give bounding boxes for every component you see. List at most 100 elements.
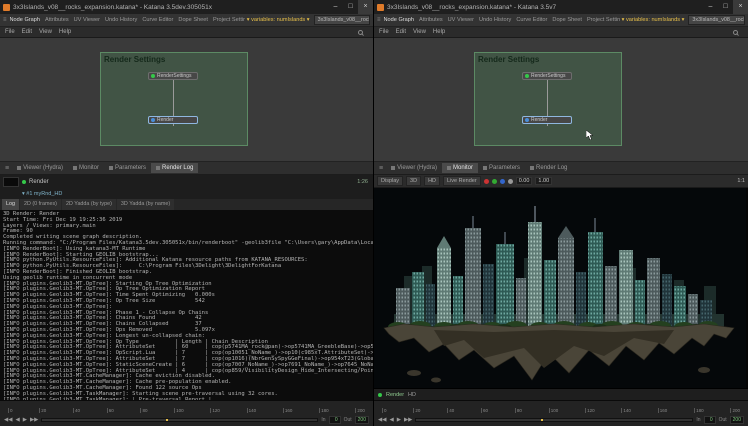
render-settings-node[interactable]: RenderSettings [522, 72, 572, 80]
tab-viewer[interactable]: Viewer (Hydra) [12, 163, 68, 173]
render-log-output[interactable]: 3D Render: RenderStart Time: Fri Dec 19 … [0, 210, 373, 400]
timeline-scrubber[interactable] [415, 418, 693, 422]
tabstrip-tab[interactable]: Node Graph [384, 17, 414, 23]
jump-start-button[interactable]: ◀◀ [378, 417, 386, 423]
menu-item[interactable]: Edit [396, 29, 406, 35]
tab-monitor[interactable]: Monitor [442, 163, 478, 173]
channel-green-icon[interactable] [492, 179, 497, 184]
tab-icon [73, 166, 77, 170]
filter-2d-yadda[interactable]: 2D Yadda (by type) [62, 199, 116, 210]
playhead[interactable] [541, 419, 543, 421]
close-button[interactable]: × [358, 0, 373, 14]
in-field[interactable]: 0 [329, 416, 341, 424]
backdrop-node[interactable]: Render Settings [474, 52, 622, 146]
menu-item[interactable]: Help [59, 29, 71, 35]
menu-item[interactable]: File [5, 29, 15, 35]
tabstrip-tab[interactable]: Curve Editor [142, 17, 173, 23]
tabstrip-tab[interactable]: Curve Editor [516, 17, 547, 23]
tabstrip-tab[interactable]: Node Graph [10, 17, 40, 23]
tab-monitor[interactable]: Monitor [68, 163, 104, 173]
live-render-button[interactable]: Live Render [443, 176, 481, 186]
step-back-button[interactable]: ◀ [389, 417, 393, 423]
monitor-viewport[interactable] [374, 188, 748, 388]
view-mode-dropdown[interactable]: 3D [406, 176, 421, 186]
document-tab[interactable]: 3x3Islands_v08__rocks_M [314, 15, 370, 25]
variables-dropdown[interactable]: ▾ variables: numIslands ▾ [620, 17, 687, 23]
catalog-subentry[interactable]: ▾ #1 myRnd_HD [0, 188, 373, 199]
tab-render-log[interactable]: Render Log [525, 163, 572, 173]
filter-2d-frames[interactable]: 2D (0 frames) [20, 199, 61, 210]
resolution-chip[interactable]: HD [424, 176, 440, 186]
exposure-field[interactable]: 0.00 [516, 177, 533, 185]
tabstrip-tab[interactable]: Dope Sheet [178, 17, 208, 23]
menu-item[interactable]: View [39, 29, 52, 35]
in-field[interactable]: 0 [704, 416, 716, 424]
tabstrip-tab[interactable]: Attributes [419, 17, 443, 23]
in-label: In [696, 417, 700, 423]
pane-menu-icon[interactable]: ≡ [5, 165, 9, 172]
search-icon[interactable] [358, 30, 363, 35]
gamma-field[interactable]: 1.00 [535, 177, 552, 185]
tab-viewer[interactable]: Viewer (Hydra) [386, 163, 442, 173]
tabstrip-tab[interactable]: Project Settings [213, 17, 245, 23]
tabs-menu-icon[interactable]: ≡ [3, 17, 7, 23]
catalog-entry[interactable]: Render 1:26 [0, 175, 373, 188]
variables-dropdown[interactable]: ▾ variables: numIslands ▾ [245, 17, 312, 23]
jump-start-button[interactable]: ◀◀ [4, 417, 12, 423]
tabstrip-tab[interactable]: Dope Sheet [552, 17, 582, 23]
timeline-tick: 200 [355, 408, 365, 413]
zoom-level[interactable]: 1:1 [737, 178, 745, 184]
playhead[interactable] [166, 419, 168, 421]
timeline-tick: 180 [694, 408, 704, 413]
pane-menubar: File Edit View Help [374, 27, 748, 38]
minimize-button[interactable]: – [328, 0, 343, 14]
tabstrip-tab[interactable]: Undo History [479, 17, 511, 23]
display-dropdown[interactable]: Display [377, 176, 403, 186]
render-node[interactable]: Render [148, 116, 198, 124]
play-button[interactable]: ▶ [23, 417, 27, 423]
backdrop-node[interactable]: Render Settings [100, 52, 248, 146]
tabstrip-tab[interactable]: Undo History [105, 17, 137, 23]
node-label: RenderSettings [531, 73, 565, 79]
filter-log[interactable]: Log [2, 199, 19, 210]
tabstrip-tab[interactable]: UV Viewer [448, 17, 474, 23]
tab-icon [109, 166, 113, 170]
menu-item[interactable]: View [413, 29, 426, 35]
pane-menu-icon[interactable]: ≡ [379, 165, 383, 172]
tabs-menu-icon[interactable]: ≡ [377, 17, 381, 23]
step-back-button[interactable]: ◀ [15, 417, 19, 423]
search-icon[interactable] [733, 30, 738, 35]
tabstrip-tab[interactable]: Project Settings [587, 17, 620, 23]
titlebar[interactable]: 3x3Islands_v08__rocks_expansion.katana* … [0, 0, 373, 14]
tab-parameters[interactable]: Parameters [104, 163, 151, 173]
out-field[interactable]: 200 [730, 416, 744, 424]
channel-alpha-icon[interactable] [508, 179, 513, 184]
filter-3d-yadda[interactable]: 3D Yadda (by name) [117, 199, 174, 210]
menu-item[interactable]: Help [433, 29, 445, 35]
maximize-button[interactable]: □ [718, 0, 733, 14]
channel-red-icon[interactable] [484, 179, 489, 184]
tabstrip-tab[interactable]: UV Viewer [74, 17, 100, 23]
out-field[interactable]: 200 [355, 416, 369, 424]
jump-end-button[interactable]: ▶▶ [30, 417, 38, 423]
window-title: 3x3Islands_v08__rocks_expansion.katana* … [13, 4, 328, 11]
jump-end-button[interactable]: ▶▶ [404, 417, 412, 423]
timeline-tick: 60 [107, 408, 114, 413]
minimize-button[interactable]: – [703, 0, 718, 14]
channel-blue-icon[interactable] [500, 179, 505, 184]
node-graph-canvas[interactable]: Render Settings RenderSettings Render [374, 38, 748, 162]
titlebar[interactable]: 3x3Islands_v08__rocks_expansion.katana* … [374, 0, 748, 14]
document-tab[interactable]: 3x3Islands_v08__rocks_M [688, 15, 745, 25]
node-graph-canvas[interactable]: Render Settings RenderSettings Render [0, 38, 373, 162]
tabstrip-tab[interactable]: Attributes [45, 17, 69, 23]
maximize-button[interactable]: □ [343, 0, 358, 14]
render-node[interactable]: Render [522, 116, 572, 124]
render-settings-node[interactable]: RenderSettings [148, 72, 198, 80]
menu-item[interactable]: File [379, 29, 389, 35]
tab-render-log[interactable]: Render Log [151, 163, 198, 173]
play-button[interactable]: ▶ [397, 417, 401, 423]
menu-item[interactable]: Edit [22, 29, 32, 35]
timeline-scrubber[interactable] [41, 418, 318, 422]
close-button[interactable]: × [733, 0, 748, 14]
tab-parameters[interactable]: Parameters [478, 163, 525, 173]
